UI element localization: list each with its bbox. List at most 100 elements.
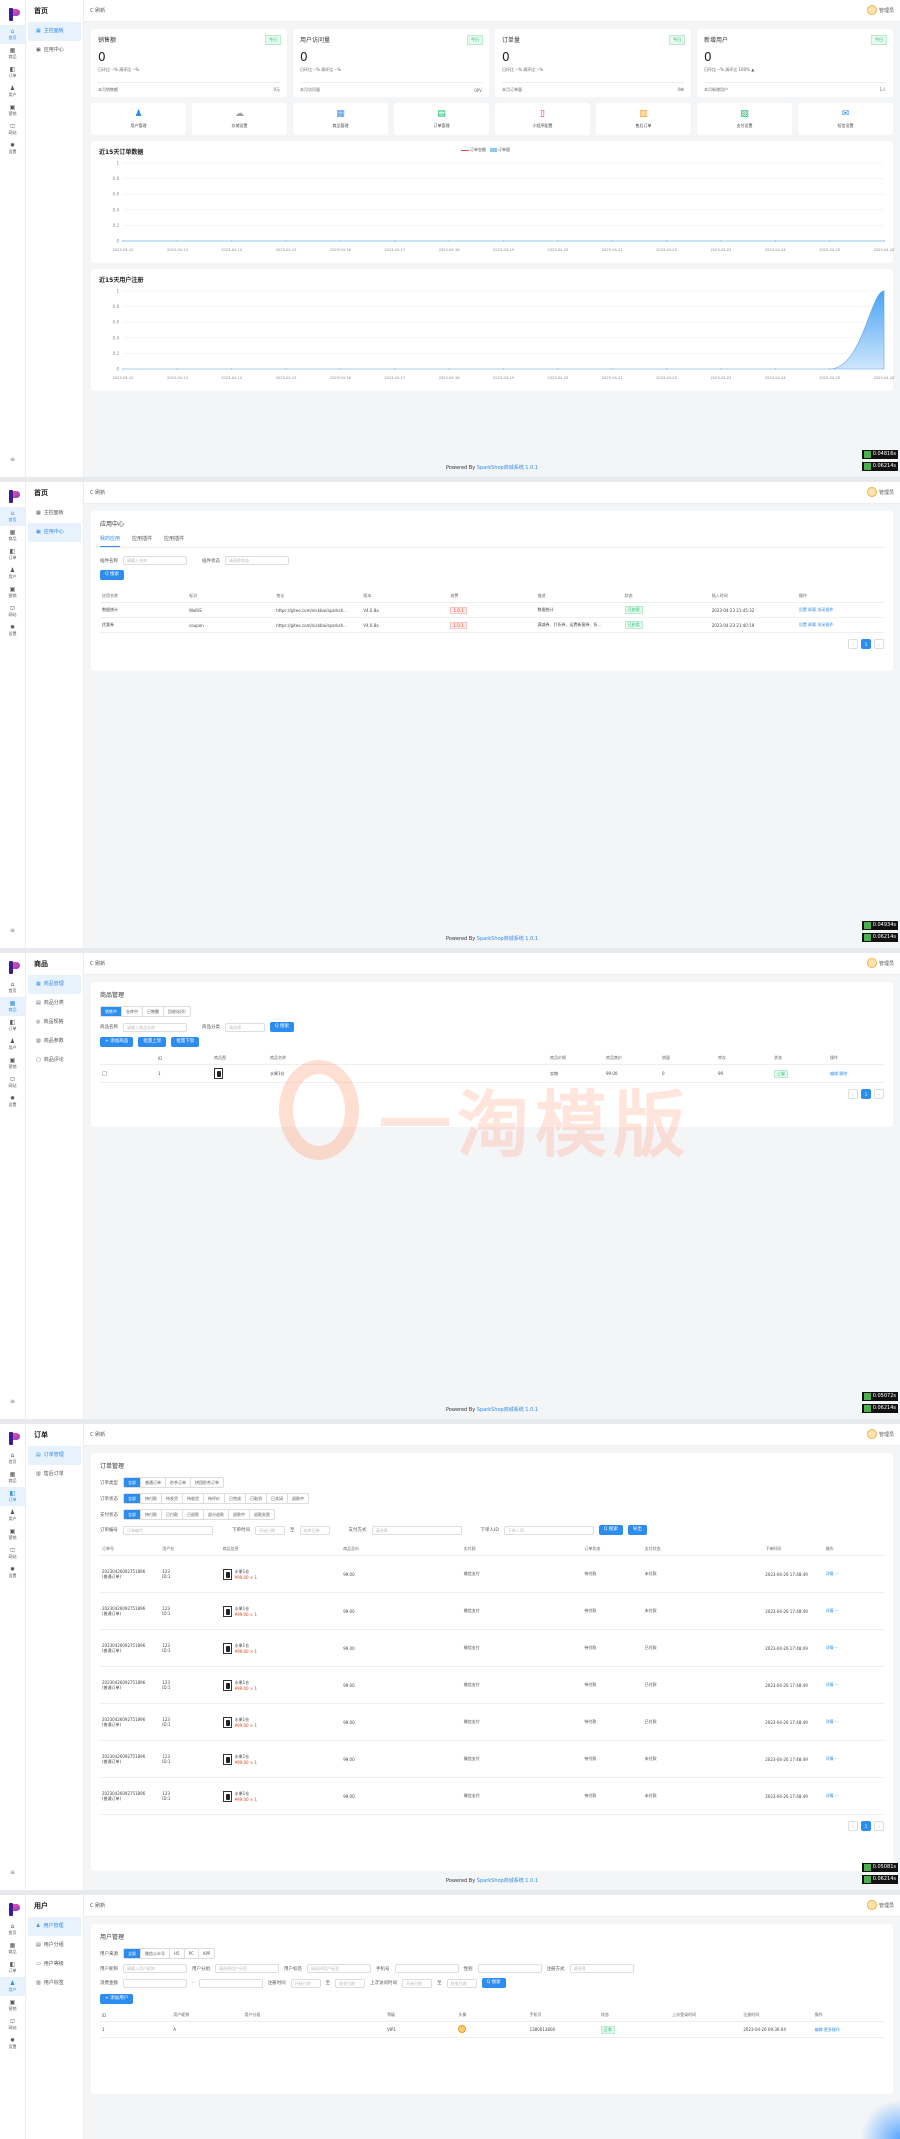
pay-status-option[interactable]: 已退款 (183, 1510, 204, 1519)
pay-status-option[interactable]: 退款中 (229, 1510, 250, 1519)
rail-item-marketing[interactable]: ▣ 营销 (0, 101, 25, 120)
table-row[interactable]: 1 A VIP1 1380013800 正常 2023-04-26 09:36:04 编辑 … (100, 2021, 884, 2038)
rail-item-order[interactable]: ◧ 订单 (0, 1487, 25, 1506)
refresh-button[interactable]: C 刷新 (90, 489, 105, 496)
rail-item-settings[interactable]: ✹ 设置 (0, 1563, 25, 1582)
rail-item-order[interactable]: ◧ 订单 (0, 1958, 25, 1977)
tag-select[interactable]: 请选择用户标签 (307, 1964, 371, 1973)
order-status-option[interactable]: 已取消 (246, 1494, 267, 1503)
group-select[interactable]: 请选择用户分组 (215, 1964, 279, 1973)
refresh-button[interactable]: C 刷新 (90, 960, 105, 967)
order-status-option[interactable]: 待付款 (141, 1494, 162, 1503)
rail-item-user[interactable]: ♟ 用户 (0, 82, 25, 101)
order-status-option[interactable]: 待发货 (162, 1494, 183, 1503)
submenu-item[interactable]: ♟ 用户管理 (28, 1917, 81, 1936)
rail-item-user[interactable]: ♟ 用户 (0, 1977, 25, 1996)
prev-page-button[interactable]: ‹ (848, 1089, 858, 1099)
footer-link[interactable]: SparkShop商城系统 1.0.1 (477, 936, 538, 942)
batch-off-button[interactable]: 批量下架 (171, 1037, 200, 1047)
page-button[interactable]: 1 (861, 1821, 871, 1831)
submenu-item[interactable]: ▢ 商品评论 (28, 1051, 81, 1070)
submenu-item-orders[interactable]: ▤ 订单管理 (28, 1446, 81, 1465)
submenu-item-apps[interactable]: ▣ 应用中心 (28, 41, 81, 60)
table-row[interactable]: 20230426092751896 (普通订单) 123 ID:1 水果1仓 ¥99.00… (100, 1629, 884, 1667)
collapse-icon[interactable]: ≡ (10, 456, 15, 463)
table-row[interactable]: 20230426092751896 (普通订单) 123 ID:1 水果1仓 ¥99.00… (100, 1740, 884, 1778)
admin-menu[interactable]: 管理员 (866, 1429, 894, 1439)
footer-link[interactable]: SparkShop商城系统 1.0.1 (477, 1407, 538, 1413)
row-actions[interactable]: 编辑 删除 (830, 1071, 847, 1076)
table-row[interactable]: 20230426092751896 (普通订单) 123 ID:1 水果1仓 ¥99.00… (100, 1703, 884, 1741)
admin-menu[interactable]: 管理员 (866, 958, 894, 968)
rail-item-home[interactable]: ⌂ 首页 (0, 1920, 25, 1939)
add-user-button[interactable]: + 添加用户 (100, 1994, 134, 2004)
page-button[interactable]: 1 (861, 1089, 871, 1099)
submenu-item[interactable]: ▤ 商品分类 (28, 994, 81, 1013)
table-row[interactable]: 数据统计 WoRiS https://gitee.com/nickbai/spark… (100, 602, 884, 618)
quick-link[interactable]: ▧ 支付设置 (697, 103, 792, 135)
row-actions[interactable]: 详情 ··· (826, 1571, 839, 1576)
order-status-option[interactable]: 待评价 (204, 1494, 225, 1503)
footer-link[interactable]: SparkShop商城系统 1.0.1 (477, 465, 538, 471)
order-type-option[interactable]: 普通订单 (141, 1478, 166, 1487)
order-type-option[interactable]: 拼团秒杀订单 (191, 1478, 223, 1487)
prev-page-button[interactable]: ‹ (848, 639, 858, 649)
user-source-option[interactable]: H5 (170, 1949, 185, 1958)
row-actions[interactable]: 详情 ··· (826, 1645, 839, 1650)
end-date-input[interactable]: 结束日期 (299, 1525, 330, 1535)
quick-link[interactable]: ♟ 用户管理 (91, 103, 186, 135)
order-status-option[interactable]: 已关闭 (267, 1494, 288, 1503)
goods-status-option[interactable]: 销售中 (101, 1007, 122, 1016)
rail-item-marketing[interactable]: ▣ 营销 (0, 1525, 25, 1544)
table-row[interactable]: 20230426092751896 (普通订单) 123 ID:1 水果1仓 ¥99.00… (100, 1555, 884, 1593)
plugin-status-select[interactable]: 请选择状态 (225, 556, 289, 565)
legend-item[interactable]: 订单金额 (461, 147, 486, 153)
rail-item-marketing[interactable]: ▣ 营销 (0, 583, 25, 602)
rail-item-product[interactable]: ▦ 商品 (0, 997, 25, 1016)
quick-link[interactable]: ✉ 短信设置 (798, 103, 893, 135)
collapse-icon[interactable]: ≡ (10, 1869, 15, 1876)
order-sn-input[interactable]: 订单编号 (123, 1525, 213, 1535)
pay-method-select[interactable]: 请选择 (371, 1525, 462, 1535)
pay-status-option[interactable]: 退款失败 (250, 1510, 274, 1519)
next-page-button[interactable]: › (874, 1089, 884, 1099)
row-actions[interactable]: 详情 ··· (826, 1608, 839, 1613)
batch-on-button[interactable]: 批量上架 (138, 1037, 167, 1047)
admin-menu[interactable]: 管理员 (866, 5, 894, 15)
goods-name-input[interactable]: 请输入商品名称 (123, 1022, 187, 1032)
submenu-item-aftersale[interactable]: ▥ 售后订单 (28, 1465, 81, 1484)
rail-item-settings[interactable]: ✹ 设置 (0, 2034, 25, 2053)
rail-item-store[interactable]: ⛫ 网站 (0, 2015, 25, 2034)
search-button[interactable]: Q 搜索 (598, 1525, 623, 1535)
submenu-item-dashboard[interactable]: ▦ 主控面板 (28, 22, 81, 41)
next-page-button[interactable]: › (874, 1821, 884, 1831)
buyer-id-input[interactable]: 下单人ID (503, 1525, 594, 1535)
rail-item-product[interactable]: ▦ 商品 (0, 44, 25, 63)
visit-end-input[interactable]: 结束日期 (446, 1978, 477, 1988)
row-actions[interactable]: 设置 卸载 关闭插件 (799, 622, 834, 627)
refresh-button[interactable]: C 刷新 (90, 1431, 105, 1438)
submenu-item[interactable]: ▥ 商品参数 (28, 1032, 81, 1051)
submenu-item-apps[interactable]: ▣ 应用中心 (28, 523, 81, 542)
row-checkbox[interactable] (102, 1070, 107, 1076)
rail-item-home[interactable]: ⌂ 首页 (0, 25, 25, 44)
pay-status-option[interactable]: 全部 (124, 1510, 141, 1519)
rail-item-product[interactable]: ▦ 商品 (0, 1939, 25, 1958)
row-actions[interactable]: 编辑 更多操作 (815, 2027, 840, 2032)
order-status-option[interactable]: 全部 (124, 1494, 141, 1503)
goods-status-option[interactable]: 已售罄 (143, 1007, 164, 1016)
rail-item-order[interactable]: ◧ 订单 (0, 63, 25, 82)
phone-input[interactable] (394, 1964, 459, 1973)
tab-my-apps[interactable]: 我的应用 (100, 535, 121, 547)
user-source-option[interactable]: PC (185, 1949, 199, 1958)
table-row[interactable]: 20230426092751896 (普通订单) 123 ID:1 水果1仓 ¥99.00… (100, 1592, 884, 1630)
collapse-icon[interactable]: ≡ (10, 927, 15, 934)
amount-min-input[interactable] (123, 1978, 187, 1988)
order-status-option[interactable]: 待收货 (183, 1494, 204, 1503)
rail-item-order[interactable]: ◧ 订单 (0, 1016, 25, 1035)
add-goods-button[interactable]: + 添加商品 (100, 1037, 134, 1047)
rail-item-store[interactable]: ⛫ 网站 (0, 1544, 25, 1563)
rail-item-settings[interactable]: ✹ 设置 (0, 621, 25, 640)
quick-link[interactable]: ▥ 售后订单 (596, 103, 691, 135)
rail-item-home[interactable]: ⌂ 首页 (0, 507, 25, 526)
